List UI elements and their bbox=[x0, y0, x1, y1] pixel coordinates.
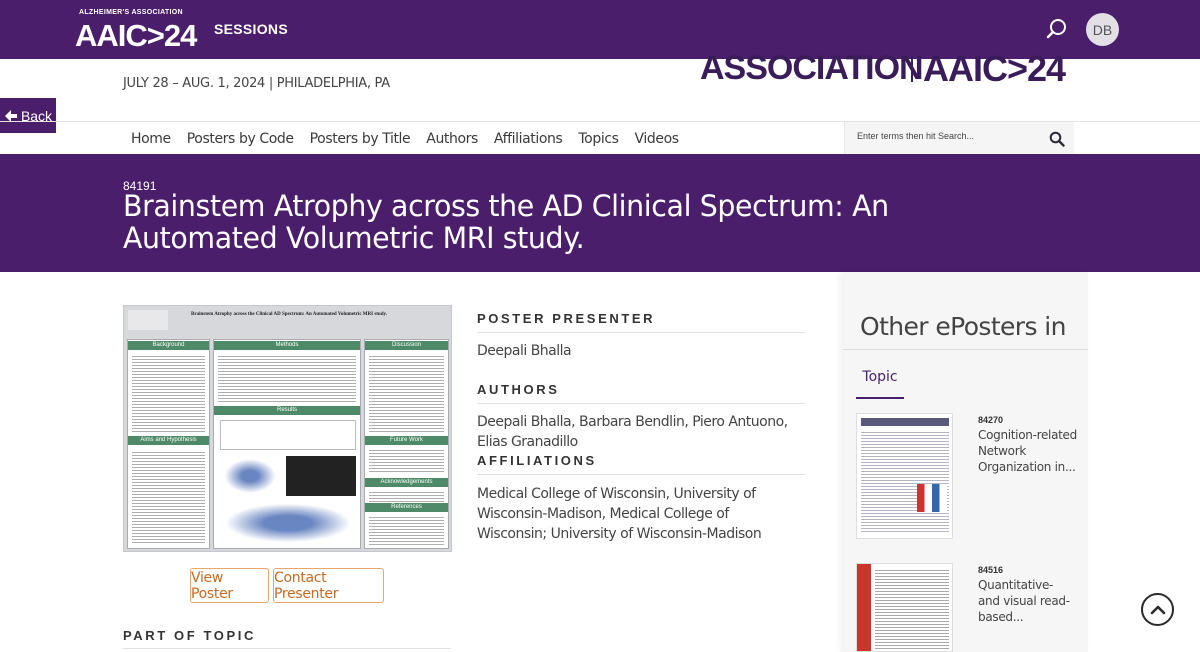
search-button-icon[interactable] bbox=[1049, 131, 1065, 147]
contact-presenter-button[interactable]: Contact Presenter bbox=[273, 568, 384, 603]
other-eposters-sidebar: Other ePosters in Topic 84270 Cognition-… bbox=[843, 272, 1088, 652]
nav-affiliations[interactable]: Affiliations bbox=[494, 130, 563, 147]
part-of-topic-rule bbox=[123, 648, 451, 649]
scroll-to-top-button[interactable] bbox=[1141, 593, 1174, 626]
association-banner-logo: ASSOCIATION AAIC>24 bbox=[700, 48, 1070, 88]
poster-presenter-heading: POSTER PRESENTER bbox=[477, 311, 656, 326]
main-nav: Home Posters by Code Posters by Title Au… bbox=[123, 122, 687, 154]
authors-heading: AUTHORS bbox=[477, 382, 560, 397]
nav-videos[interactable]: Videos bbox=[635, 130, 680, 147]
thumb-heading: Background bbox=[128, 341, 209, 350]
nav-authors[interactable]: Authors bbox=[426, 130, 478, 147]
related-poster-code: 84270 bbox=[978, 415, 1004, 425]
back-button[interactable]: Back bbox=[0, 98, 56, 133]
thumb-col-right: Discussion Future Work Acknowledgements … bbox=[364, 339, 449, 549]
search-placeholder: Enter terms then hit Search... bbox=[857, 131, 975, 141]
related-poster-title[interactable]: Cognition-related Network Organization i… bbox=[978, 427, 1078, 475]
sidebar-rule bbox=[843, 349, 1088, 350]
authors-list: Deepali Bhalla, Barbara Bendlin, Piero A… bbox=[477, 414, 788, 450]
related-poster-thumbnail[interactable] bbox=[856, 563, 953, 652]
affiliations-list: Medical College of Wisconsin, University… bbox=[477, 486, 762, 542]
college-logo bbox=[128, 310, 168, 330]
aaic-logo-text: AAIC>24 bbox=[923, 48, 1066, 88]
nav-home[interactable]: Home bbox=[131, 130, 171, 147]
thumb-heading: Future Work bbox=[365, 436, 448, 445]
logo-aaic-text: AAIC>24 bbox=[75, 18, 197, 53]
thumb-heading: Aims and Hypothesis bbox=[128, 436, 209, 445]
aaic-logo[interactable]: ALZHEIMER'S ASSOCIATION AAIC>24 bbox=[75, 7, 197, 53]
logo-divider bbox=[911, 56, 913, 82]
event-dateline: JULY 28 – AUG. 1, 2024 | PHILADELPHIA, P… bbox=[123, 76, 390, 91]
thumb-heading: References bbox=[365, 503, 448, 512]
poster-presenter-name[interactable]: Deepali Bhalla bbox=[477, 341, 807, 361]
nav-posters-by-code[interactable]: Posters by Code bbox=[187, 130, 294, 147]
chevron-up-icon bbox=[1150, 605, 1165, 614]
poster-title: Brainstem Atrophy across the AD Clinical… bbox=[123, 189, 889, 255]
thumb-heading: Methods bbox=[214, 341, 360, 350]
related-poster-title[interactable]: Quantitative- and visual read-based... bbox=[978, 577, 1078, 625]
view-poster-button[interactable]: View Poster bbox=[190, 568, 269, 603]
poster-thumbnail[interactable]: Brainstem Atrophy across the Clinical AD… bbox=[123, 305, 452, 552]
sessions-link[interactable]: SESSIONS bbox=[214, 21, 288, 37]
mri-images bbox=[286, 456, 356, 496]
related-poster-thumbnail[interactable] bbox=[856, 413, 953, 539]
scatter-plot bbox=[220, 456, 280, 496]
tab-topic[interactable]: Topic bbox=[856, 369, 904, 399]
nav-topics[interactable]: Topics bbox=[578, 130, 619, 147]
part-of-topic-heading: PART OF TOPIC bbox=[123, 628, 256, 643]
results-table bbox=[220, 420, 356, 450]
thumb-col-middle: Methods Results bbox=[213, 339, 361, 549]
section-rule bbox=[477, 332, 805, 333]
related-poster-code: 84516 bbox=[978, 565, 1004, 575]
thumb-title: Brainstem Atrophy across the Clinical AD… bbox=[191, 312, 387, 317]
thumb-heading: Results bbox=[214, 406, 360, 415]
nav-posters-by-title[interactable]: Posters by Title bbox=[310, 130, 411, 147]
section-rule bbox=[477, 403, 805, 404]
search-icon[interactable] bbox=[1045, 17, 1069, 41]
association-logo-text: ASSOCIATION bbox=[700, 49, 924, 87]
user-avatar[interactable]: DB bbox=[1086, 13, 1119, 46]
thumb-col-left: Background Aims and Hypothesis bbox=[127, 339, 210, 549]
scatter-plot bbox=[220, 502, 356, 544]
thumb-heading: Discussion bbox=[365, 341, 448, 350]
section-rule bbox=[477, 474, 805, 475]
thumb-heading: Acknowledgements bbox=[365, 478, 448, 487]
search-input[interactable]: Enter terms then hit Search... bbox=[844, 122, 1074, 154]
affiliations-heading: AFFILIATIONS bbox=[477, 453, 597, 468]
logo-association-text: ALZHEIMER'S ASSOCIATION bbox=[79, 9, 183, 16]
other-eposters-title: Other ePosters in bbox=[860, 312, 1066, 341]
